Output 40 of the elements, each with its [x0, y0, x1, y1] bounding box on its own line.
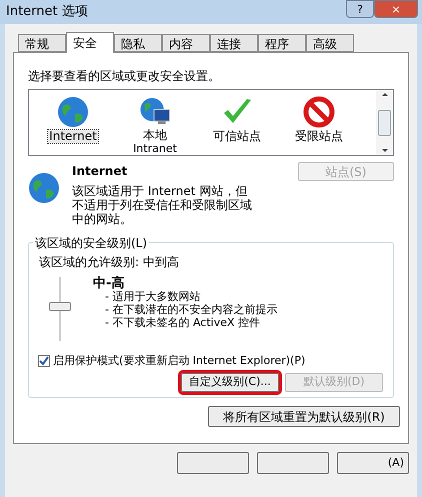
globe-icon [57, 96, 89, 128]
close-button[interactable]: × [374, 0, 418, 18]
level-description: - 不下载未签名的 ActiveX 控件 [105, 316, 262, 329]
zone-item[interactable]: 可信站点 [201, 96, 273, 155]
zone-item[interactable]: Internet [37, 96, 109, 155]
globe-monitor-icon [138, 96, 172, 127]
tab[interactable]: 常规 [18, 34, 66, 52]
zone-item[interactable]: 本地 Intranet [119, 96, 191, 155]
dialog-button[interactable] [177, 452, 249, 474]
tab[interactable]: 连接 [210, 34, 258, 52]
checkbox-label: 启用保护模式(要求重新启动 Internet Explorer)(P) [53, 353, 306, 369]
window-title: Internet 选项 [6, 3, 88, 22]
level-description: - 在下载潜在的不安全内容之前提示 [105, 303, 278, 316]
tab[interactable]: 程序 [258, 34, 306, 52]
zone-item[interactable]: 受限站点 [283, 96, 355, 155]
zone-prompt: 选择要查看的区域或更改安全设置。 [28, 68, 221, 85]
allowed-level: 该区域的允许级别: 中到高 [39, 254, 180, 271]
zone-sublabel: Intranet [133, 142, 177, 155]
zone-description: 该区域适用于 Internet 网站，但不适用于列在受信任和受限制区域中的网站。 [72, 184, 253, 226]
dialog-button[interactable]: (A) [337, 452, 409, 474]
tab[interactable]: 隐私 [114, 34, 162, 52]
checkbox[interactable] [38, 355, 50, 368]
dialog-button[interactable] [257, 452, 329, 474]
zone-label: Internet [48, 130, 98, 143]
zone-label: 可信站点 [212, 130, 262, 143]
zone-label: 本地 [142, 129, 168, 142]
reset-all-button[interactable]: 将所有区域重置为默认级别(R) [208, 406, 400, 427]
help-button[interactable]: ? [346, 0, 374, 18]
prohibited-icon [303, 96, 335, 128]
group-title: 该区域的安全级别(L) [33, 234, 150, 252]
level-description: - 适用于大多数网站 [105, 290, 202, 303]
tab[interactable]: 安全 [66, 32, 114, 53]
level-name: 中-高 [93, 277, 126, 290]
scrollbar[interactable] [376, 90, 393, 155]
tab[interactable]: 内容 [162, 34, 210, 52]
globe-icon [28, 172, 60, 204]
checkmark-icon [39, 356, 49, 366]
tab[interactable]: 高级 [306, 34, 354, 52]
zone-title: Internet [72, 163, 128, 180]
zone-label: 受限站点 [294, 130, 344, 143]
